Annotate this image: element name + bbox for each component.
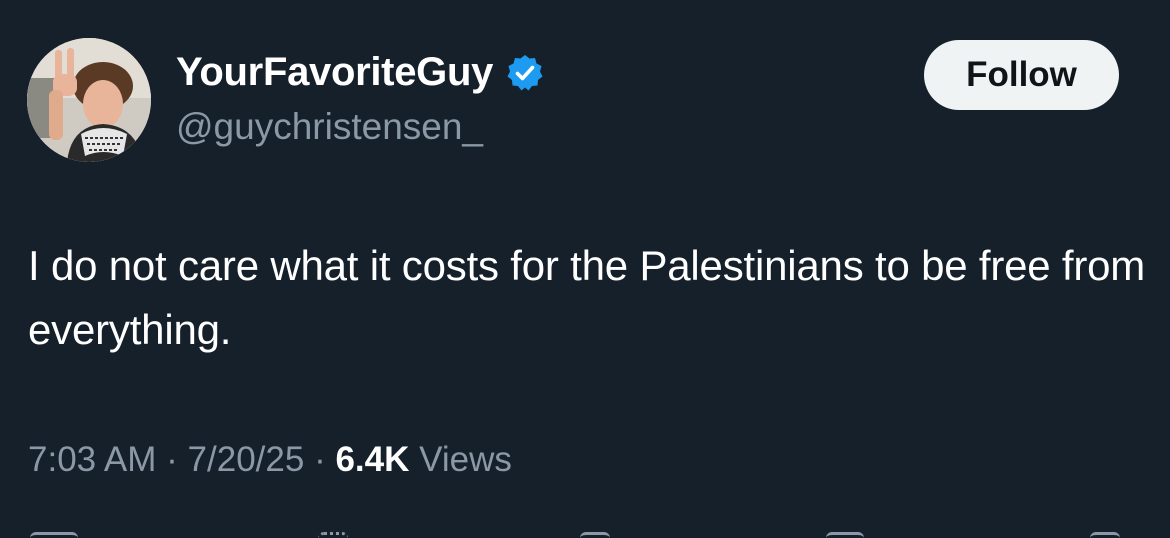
tweet-time[interactable]: 7:03 AM [28, 440, 156, 479]
user-handle[interactable]: @guychristensen_ [176, 106, 483, 148]
meta-separator: · [166, 440, 178, 479]
avatar-image [27, 38, 151, 162]
retweet-icon[interactable] [318, 532, 348, 538]
like-icon[interactable] [580, 532, 610, 538]
bookmark-icon[interactable] [826, 532, 864, 538]
tweet-metadata: 7:03 AM · 7/20/25 · 6.4K Views [28, 440, 512, 480]
tweet-card: YourFavoriteGuy @guychristensen_ Follow … [0, 0, 1170, 538]
meta-separator: · [314, 440, 326, 479]
display-name[interactable]: YourFavoriteGuy [176, 50, 493, 95]
tweet-date[interactable]: 7/20/25 [188, 440, 305, 479]
verified-badge-icon[interactable] [505, 53, 545, 93]
views-label: Views [419, 440, 512, 479]
tweet-text: I do not care what it costs for the Pale… [28, 242, 1146, 353]
display-name-row[interactable]: YourFavoriteGuy [176, 50, 545, 95]
follow-button[interactable]: Follow [924, 40, 1119, 110]
views-count: 6.4K [335, 440, 410, 479]
reply-icon[interactable] [30, 532, 78, 538]
share-icon[interactable] [1090, 532, 1120, 538]
action-bar [0, 528, 1170, 538]
avatar[interactable] [27, 38, 151, 162]
